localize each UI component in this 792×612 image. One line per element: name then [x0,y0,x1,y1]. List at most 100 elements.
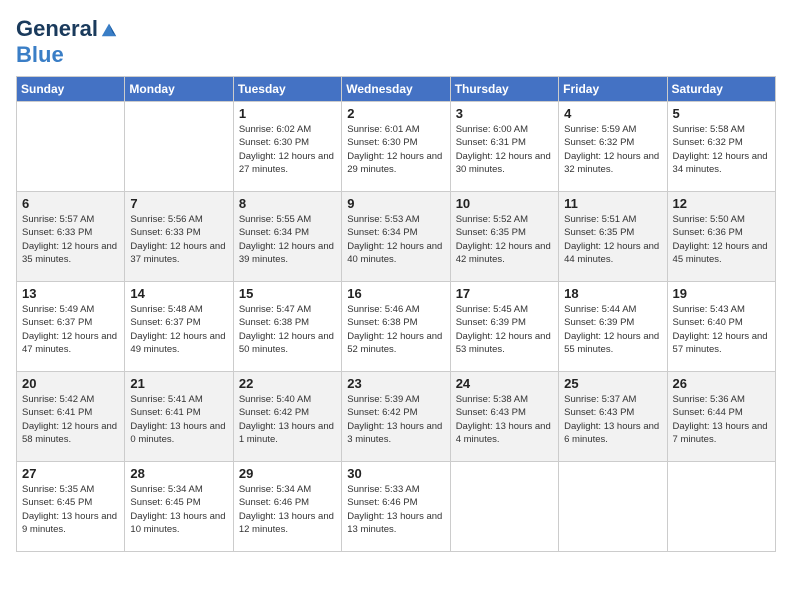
column-header-wednesday: Wednesday [342,77,450,102]
day-info: Sunrise: 5:34 AM Sunset: 6:45 PM Dayligh… [130,483,227,536]
day-number: 5 [673,106,770,121]
day-number: 23 [347,376,444,391]
header: General Blue [16,16,776,68]
day-number: 6 [22,196,119,211]
day-cell: 12 Sunrise: 5:50 AM Sunset: 6:36 PM Dayli… [667,192,775,282]
day-info: Sunrise: 5:47 AM Sunset: 6:38 PM Dayligh… [239,303,336,356]
day-number: 9 [347,196,444,211]
day-number: 11 [564,196,661,211]
day-cell: 15Sunrise: 5:47 AM Sunset: 6:38 PM Dayli… [233,282,341,372]
day-cell: 21 Sunrise: 5:41 AM Sunset: 6:41 PM Dayli… [125,372,233,462]
week-row-1: 1 Sunrise: 6:02 AM Sunset: 6:30 PM Daylig… [17,102,776,192]
day-info: Sunrise: 5:40 AM Sunset: 6:42 PM Dayligh… [239,393,336,446]
day-cell: 16 Sunrise: 5:46 AM Sunset: 6:38 PM Dayli… [342,282,450,372]
day-number: 8 [239,196,336,211]
day-number: 13 [22,286,119,301]
day-number: 10 [456,196,553,211]
day-cell: 13 Sunrise: 5:49 AM Sunset: 6:37 PM Dayli… [17,282,125,372]
logo-icon [100,20,118,38]
day-number: 18 [564,286,661,301]
day-info: Sunrise: 5:38 AM Sunset: 6:43 PM Dayligh… [456,393,553,446]
day-number: 7 [130,196,227,211]
day-info: Sunrise: 5:39 AM Sunset: 6:42 PM Dayligh… [347,393,444,446]
day-number: 30 [347,466,444,481]
day-cell: 11 Sunrise: 5:51 AM Sunset: 6:35 PM Dayli… [559,192,667,282]
day-cell: 10 Sunrise: 5:52 AM Sunset: 6:35 PM Dayli… [450,192,558,282]
day-cell: 23 Sunrise: 5:39 AM Sunset: 6:42 PM Dayli… [342,372,450,462]
day-cell: 18 Sunrise: 5:44 AM Sunset: 6:39 PM Dayli… [559,282,667,372]
day-number: 3 [456,106,553,121]
day-info: Sunrise: 5:59 AM Sunset: 6:32 PM Dayligh… [564,123,661,176]
day-cell: 30 Sunrise: 5:33 AM Sunset: 6:46 PM Dayli… [342,462,450,552]
day-info: Sunrise: 5:37 AM Sunset: 6:43 PM Dayligh… [564,393,661,446]
day-cell: 26 Sunrise: 5:36 AM Sunset: 6:44 PM Dayli… [667,372,775,462]
day-info: Sunrise: 5:56 AM Sunset: 6:33 PM Dayligh… [130,213,227,266]
day-number: 4 [564,106,661,121]
day-info: Sunrise: 5:45 AM Sunset: 6:39 PM Dayligh… [456,303,553,356]
day-number: 16 [347,286,444,301]
day-info: Sunrise: 5:35 AM Sunset: 6:45 PM Dayligh… [22,483,119,536]
day-info: Sunrise: 5:57 AM Sunset: 6:33 PM Dayligh… [22,213,119,266]
day-info: Sunrise: 5:48 AM Sunset: 6:37 PM Dayligh… [130,303,227,356]
day-info: Sunrise: 6:02 AM Sunset: 6:30 PM Dayligh… [239,123,336,176]
day-cell: 2 Sunrise: 6:01 AM Sunset: 6:30 PM Daylig… [342,102,450,192]
day-number: 12 [673,196,770,211]
column-header-monday: Monday [125,77,233,102]
day-info: Sunrise: 5:36 AM Sunset: 6:44 PM Dayligh… [673,393,770,446]
day-cell: 19 Sunrise: 5:43 AM Sunset: 6:40 PM Dayli… [667,282,775,372]
day-number: 17 [456,286,553,301]
day-cell [125,102,233,192]
week-row-5: 27 Sunrise: 5:35 AM Sunset: 6:45 PM Dayli… [17,462,776,552]
week-row-4: 20Sunrise: 5:42 AM Sunset: 6:41 PM Dayli… [17,372,776,462]
day-number: 28 [130,466,227,481]
logo-general-text: General [16,16,98,42]
day-info: Sunrise: 5:58 AM Sunset: 6:32 PM Dayligh… [673,123,770,176]
day-info: Sunrise: 5:44 AM Sunset: 6:39 PM Dayligh… [564,303,661,356]
day-number: 21 [130,376,227,391]
day-number: 22 [239,376,336,391]
day-info: Sunrise: 5:33 AM Sunset: 6:46 PM Dayligh… [347,483,444,536]
day-cell: 6 Sunrise: 5:57 AM Sunset: 6:33 PM Daylig… [17,192,125,282]
day-cell: 4 Sunrise: 5:59 AM Sunset: 6:32 PM Daylig… [559,102,667,192]
day-number: 27 [22,466,119,481]
day-number: 24 [456,376,553,391]
day-info: Sunrise: 5:51 AM Sunset: 6:35 PM Dayligh… [564,213,661,266]
day-cell: 28 Sunrise: 5:34 AM Sunset: 6:45 PM Dayli… [125,462,233,552]
column-header-saturday: Saturday [667,77,775,102]
day-cell: 1 Sunrise: 6:02 AM Sunset: 6:30 PM Daylig… [233,102,341,192]
day-info: Sunrise: 5:43 AM Sunset: 6:40 PM Dayligh… [673,303,770,356]
day-cell: 29Sunrise: 5:34 AM Sunset: 6:46 PM Dayli… [233,462,341,552]
day-info: Sunrise: 5:42 AM Sunset: 6:41 PM Dayligh… [22,393,119,446]
day-info: Sunrise: 6:00 AM Sunset: 6:31 PM Dayligh… [456,123,553,176]
logo: General Blue [16,16,118,68]
day-cell: 14 Sunrise: 5:48 AM Sunset: 6:37 PM Dayli… [125,282,233,372]
day-number: 19 [673,286,770,301]
day-cell: 8Sunrise: 5:55 AM Sunset: 6:34 PM Daylig… [233,192,341,282]
day-info: Sunrise: 5:52 AM Sunset: 6:35 PM Dayligh… [456,213,553,266]
column-header-thursday: Thursday [450,77,558,102]
day-cell [559,462,667,552]
day-number: 2 [347,106,444,121]
day-info: Sunrise: 6:01 AM Sunset: 6:30 PM Dayligh… [347,123,444,176]
day-cell: 3 Sunrise: 6:00 AM Sunset: 6:31 PM Daylig… [450,102,558,192]
day-number: 29 [239,466,336,481]
day-cell: 22 Sunrise: 5:40 AM Sunset: 6:42 PM Dayli… [233,372,341,462]
day-cell [17,102,125,192]
day-cell [450,462,558,552]
column-header-sunday: Sunday [17,77,125,102]
day-cell: 5 Sunrise: 5:58 AM Sunset: 6:32 PM Daylig… [667,102,775,192]
day-number: 14 [130,286,227,301]
day-cell: 24 Sunrise: 5:38 AM Sunset: 6:43 PM Dayli… [450,372,558,462]
day-info: Sunrise: 5:46 AM Sunset: 6:38 PM Dayligh… [347,303,444,356]
column-header-tuesday: Tuesday [233,77,341,102]
day-cell: 7 Sunrise: 5:56 AM Sunset: 6:33 PM Daylig… [125,192,233,282]
column-header-friday: Friday [559,77,667,102]
day-cell: 9Sunrise: 5:53 AM Sunset: 6:34 PM Daylig… [342,192,450,282]
day-number: 1 [239,106,336,121]
day-cell: 27 Sunrise: 5:35 AM Sunset: 6:45 PM Dayli… [17,462,125,552]
day-cell: 25Sunrise: 5:37 AM Sunset: 6:43 PM Dayli… [559,372,667,462]
day-number: 26 [673,376,770,391]
day-info: Sunrise: 5:50 AM Sunset: 6:36 PM Dayligh… [673,213,770,266]
day-info: Sunrise: 5:41 AM Sunset: 6:41 PM Dayligh… [130,393,227,446]
day-info: Sunrise: 5:49 AM Sunset: 6:37 PM Dayligh… [22,303,119,356]
